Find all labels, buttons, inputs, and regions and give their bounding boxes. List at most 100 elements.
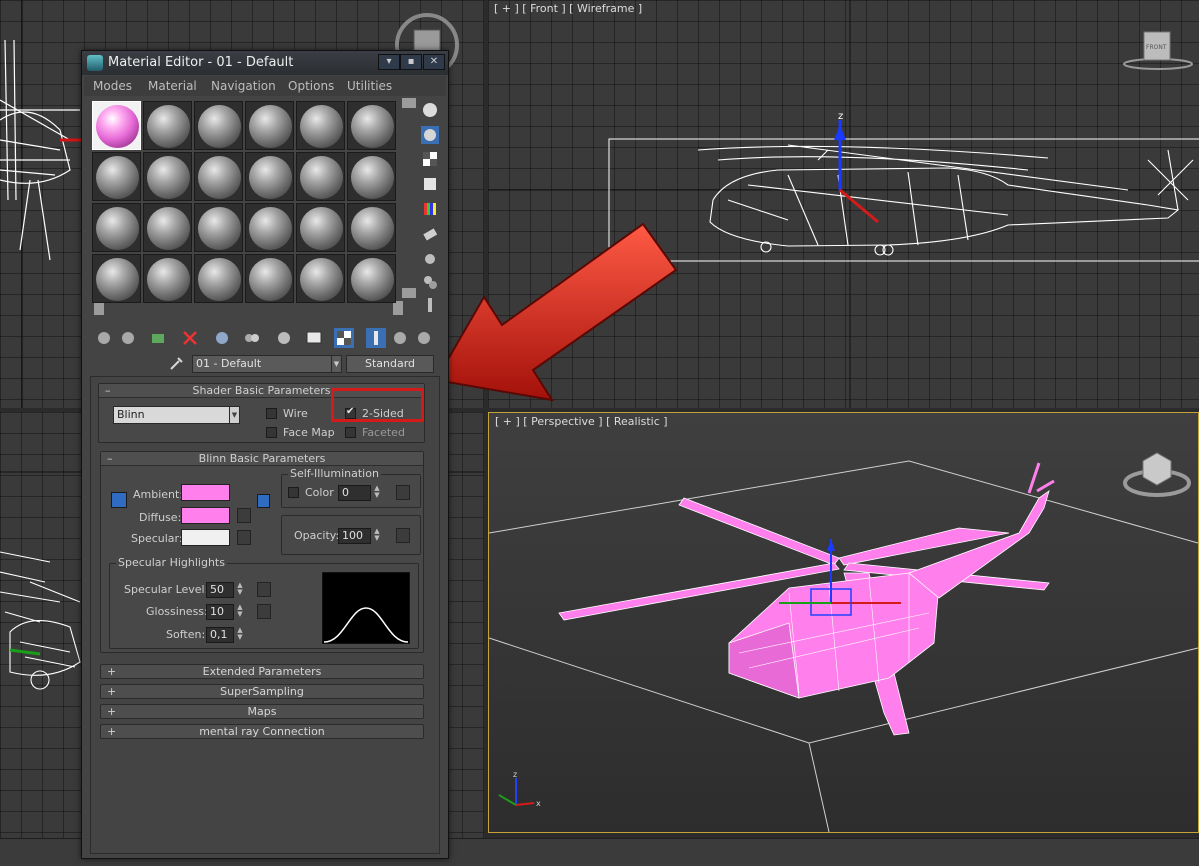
material-sample-slot[interactable] (245, 203, 294, 252)
collapse-icon[interactable]: – (107, 452, 113, 466)
chevron-down-icon[interactable]: ▼ (331, 356, 341, 372)
face-map-checkbox[interactable] (266, 427, 277, 438)
diffuse-color-swatch[interactable] (181, 507, 230, 524)
material-sample-slot[interactable] (347, 203, 396, 252)
slots-horizontal-scrollbar[interactable] (91, 301, 403, 315)
shader-type-dropdown[interactable]: Blinn ▼ (113, 406, 240, 424)
rollout-header[interactable]: – Blinn Basic Parameters (101, 452, 423, 466)
go-to-parent-icon[interactable] (390, 328, 410, 348)
get-material-icon[interactable] (94, 328, 114, 348)
wire-checkbox[interactable] (266, 408, 277, 419)
spinner-arrows-icon[interactable]: ▲ ▼ (235, 582, 245, 598)
put-to-library-icon[interactable] (242, 328, 262, 348)
material-sample-slot[interactable] (194, 152, 243, 201)
material-editor-titlebar[interactable]: Material Editor - 01 - Default ▾ ▪ ✕ (82, 51, 448, 75)
self-illum-map-button[interactable] (396, 485, 410, 500)
material-map-navigator-icon[interactable] (421, 296, 439, 314)
assign-to-selection-icon[interactable] (148, 328, 168, 348)
uv-tiling-icon[interactable] (421, 175, 439, 193)
material-sample-slot[interactable] (92, 101, 141, 150)
reset-map-icon[interactable] (180, 328, 200, 348)
maximize-icon[interactable]: ▪ (400, 54, 422, 70)
expand-icon[interactable]: + (107, 725, 116, 738)
material-sample-slot[interactable] (296, 203, 345, 252)
make-preview-icon[interactable] (421, 225, 439, 243)
material-sample-slot[interactable] (245, 152, 294, 201)
opacity-spinner[interactable]: 100 (338, 528, 371, 544)
material-sample-slot[interactable] (143, 152, 192, 201)
material-editor-window[interactable]: Material Editor - 01 - Default ▾ ▪ ✕ Mod… (81, 50, 449, 859)
specular-color-swatch[interactable] (181, 529, 230, 546)
material-sample-slot[interactable] (347, 152, 396, 201)
material-sample-slot[interactable] (194, 254, 243, 303)
soften-spinner[interactable]: 0,1 (206, 627, 234, 643)
material-sample-slot[interactable] (143, 254, 192, 303)
lock-icon[interactable] (257, 494, 270, 508)
specular-map-button[interactable] (237, 530, 251, 545)
lock-diffuse-specular-icon[interactable] (111, 515, 127, 531)
faceted-checkbox[interactable] (345, 427, 356, 438)
menu-utilities[interactable]: Utilities (347, 79, 392, 93)
lock-ambient-diffuse-icon[interactable] (111, 492, 127, 508)
front-viewport-label[interactable]: [ + ] [ Front ] [ Wireframe ] (494, 2, 642, 15)
material-sample-slot[interactable] (296, 101, 345, 150)
chevron-down-icon[interactable]: ▼ (229, 407, 239, 423)
rollout-maps[interactable]: + Maps (100, 704, 424, 719)
show-in-viewport-icon[interactable] (304, 328, 324, 348)
expand-icon[interactable]: + (107, 665, 116, 678)
glossiness-spinner[interactable]: 10 (206, 604, 234, 620)
sample-type-icon[interactable] (421, 101, 439, 119)
self-illum-color-checkbox[interactable] (288, 487, 299, 498)
options-icon[interactable] (421, 250, 439, 268)
viewcube-perspective[interactable] (1121, 443, 1197, 503)
material-name-field[interactable]: 01 - Default ▼ (192, 355, 342, 373)
menu-material[interactable]: Material (148, 79, 197, 93)
material-sample-slot[interactable] (347, 101, 396, 150)
dropdown-icon[interactable]: ▾ (378, 54, 400, 70)
material-sample-slot[interactable] (296, 152, 345, 201)
material-sample-slot[interactable] (143, 101, 192, 150)
close-icon[interactable]: ✕ (423, 54, 445, 70)
material-type-button[interactable]: Standard (346, 355, 434, 373)
material-sample-slot[interactable] (143, 203, 192, 252)
menu-options[interactable]: Options (288, 79, 334, 93)
viewcube-front[interactable]: FRONT (1118, 26, 1198, 72)
specular-level-map-button[interactable] (257, 582, 271, 597)
rollout-mental-ray-connection[interactable]: + mental ray Connection (100, 724, 424, 739)
material-sample-slot[interactable] (92, 203, 141, 252)
opacity-map-button[interactable] (396, 528, 410, 543)
glossiness-map-button[interactable] (257, 604, 271, 619)
material-sample-slot[interactable] (92, 152, 141, 201)
eyedropper-icon[interactable] (168, 356, 184, 372)
expand-icon[interactable]: + (107, 685, 116, 698)
background-checker-icon[interactable] (421, 150, 439, 168)
material-sample-slot[interactable] (92, 254, 141, 303)
slots-vertical-scrollbar[interactable] (402, 98, 416, 300)
show-end-result-icon[interactable] (366, 328, 386, 348)
material-id-channel-icon[interactable] (274, 328, 294, 348)
menu-modes[interactable]: Modes (93, 79, 132, 93)
material-sample-slot[interactable] (194, 203, 243, 252)
spinner-arrows-icon[interactable]: ▲ ▼ (235, 627, 245, 643)
material-sample-slot[interactable] (347, 254, 396, 303)
video-color-check-icon[interactable] (421, 200, 439, 218)
ambient-color-swatch[interactable] (181, 484, 230, 501)
material-sample-slot[interactable] (296, 254, 345, 303)
spinner-arrows-icon[interactable]: ▲ ▼ (372, 528, 382, 544)
perspective-viewport[interactable]: [ + ] [ Perspective ] [ Realistic ] z x (488, 412, 1199, 833)
show-shaded-material-icon[interactable] (334, 328, 354, 348)
material-sample-slot[interactable] (245, 101, 294, 150)
self-illum-spinner[interactable]: 0 (338, 485, 371, 501)
specular-level-spinner[interactable]: 50 (206, 582, 234, 598)
material-sample-slot[interactable] (245, 254, 294, 303)
go-forward-sibling-icon[interactable] (414, 328, 434, 348)
put-to-scene-icon[interactable] (118, 328, 138, 348)
perspective-viewport-label[interactable]: [ + ] [ Perspective ] [ Realistic ] (495, 415, 668, 428)
expand-icon[interactable]: + (107, 705, 116, 718)
spinner-arrows-icon[interactable]: ▲ ▼ (235, 604, 245, 620)
collapse-icon[interactable]: – (105, 384, 111, 398)
select-by-material-icon[interactable] (421, 273, 439, 291)
spinner-arrows-icon[interactable]: ▲ ▼ (372, 485, 382, 501)
material-sample-slot[interactable] (194, 101, 243, 150)
rollout-extended-parameters[interactable]: + Extended Parameters (100, 664, 424, 679)
